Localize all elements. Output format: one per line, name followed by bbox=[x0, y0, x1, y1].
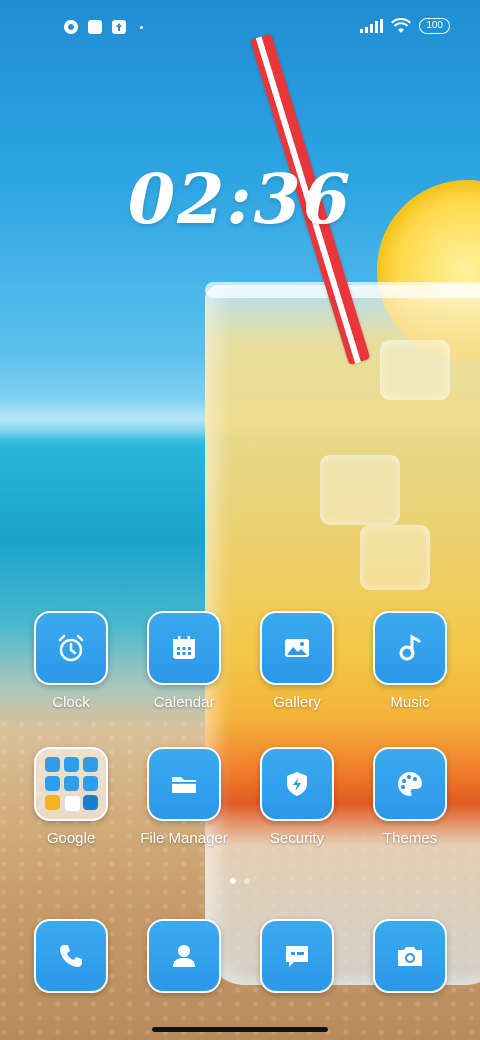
app-label: Gallery bbox=[273, 694, 321, 711]
app-label: Music bbox=[390, 694, 430, 711]
app-file-manager[interactable]: File Manager bbox=[129, 747, 239, 847]
shield-bolt-icon bbox=[287, 772, 307, 796]
page-indicator bbox=[0, 878, 480, 884]
dot-icon bbox=[140, 25, 143, 29]
file-manager-app-icon[interactable] bbox=[147, 747, 221, 821]
security-app-icon[interactable] bbox=[260, 747, 334, 821]
music-note-icon bbox=[399, 634, 421, 661]
image-icon bbox=[285, 639, 309, 657]
camera-icon bbox=[398, 947, 422, 966]
clock-widget[interactable]: 02:36 bbox=[0, 160, 480, 240]
app-label: File Manager bbox=[140, 830, 228, 847]
page-dot[interactable] bbox=[230, 878, 236, 884]
themes-app-icon[interactable] bbox=[373, 747, 447, 821]
battery-icon: 100 bbox=[419, 18, 450, 34]
app-google-folder[interactable]: Google bbox=[16, 747, 126, 847]
app-security[interactable]: Security bbox=[242, 747, 352, 847]
ice-cube bbox=[320, 455, 400, 525]
music-app-icon[interactable] bbox=[373, 611, 447, 685]
calendar-icon bbox=[173, 636, 195, 659]
page-dot[interactable] bbox=[244, 878, 250, 884]
gallery-app-icon[interactable] bbox=[260, 611, 334, 685]
ice-cube bbox=[360, 525, 430, 590]
calendar-app-icon[interactable] bbox=[147, 611, 221, 685]
contacts-app-icon[interactable] bbox=[147, 919, 221, 993]
wifi-icon bbox=[391, 18, 412, 33]
status-right-icons: 100 bbox=[360, 18, 450, 34]
notification-icon bbox=[64, 20, 78, 34]
dock-camera[interactable] bbox=[355, 919, 465, 993]
home-gesture-bar[interactable] bbox=[152, 1027, 328, 1032]
square-icon bbox=[88, 20, 102, 34]
contacts-icon bbox=[173, 945, 195, 967]
dock-phone[interactable] bbox=[16, 919, 126, 993]
message-icon bbox=[286, 946, 308, 967]
app-themes[interactable]: Themes bbox=[355, 747, 465, 847]
app-label: Google bbox=[46, 830, 96, 847]
upload-icon bbox=[112, 20, 126, 34]
status-bar: 100 bbox=[0, 0, 480, 56]
app-clock[interactable]: Clock bbox=[16, 611, 126, 711]
folder-icon bbox=[172, 777, 196, 793]
camera-app-icon[interactable] bbox=[373, 919, 447, 993]
app-label: Clock bbox=[52, 694, 90, 711]
folder-icon bbox=[44, 756, 98, 812]
dock-contacts[interactable] bbox=[129, 919, 239, 993]
battery-level: 100 bbox=[426, 20, 443, 31]
wallpaper bbox=[0, 0, 480, 1040]
signal-icon bbox=[360, 19, 384, 33]
phone-icon bbox=[60, 945, 82, 967]
google-folder-icon[interactable] bbox=[34, 747, 108, 821]
app-calendar[interactable]: Calendar bbox=[129, 611, 239, 711]
palette-icon bbox=[398, 772, 422, 796]
status-left-icons bbox=[64, 20, 143, 34]
app-label: Themes bbox=[382, 830, 438, 847]
clock-app-icon[interactable] bbox=[34, 611, 108, 685]
ice-cube bbox=[380, 340, 450, 400]
app-label: Security bbox=[269, 830, 325, 847]
app-music[interactable]: Music bbox=[355, 611, 465, 711]
dock-messages[interactable] bbox=[242, 919, 352, 993]
phone-app-icon[interactable] bbox=[34, 919, 108, 993]
app-label: Calendar bbox=[153, 694, 215, 711]
messages-app-icon[interactable] bbox=[260, 919, 334, 993]
alarm-clock-icon bbox=[58, 634, 84, 662]
app-gallery[interactable]: Gallery bbox=[242, 611, 352, 711]
